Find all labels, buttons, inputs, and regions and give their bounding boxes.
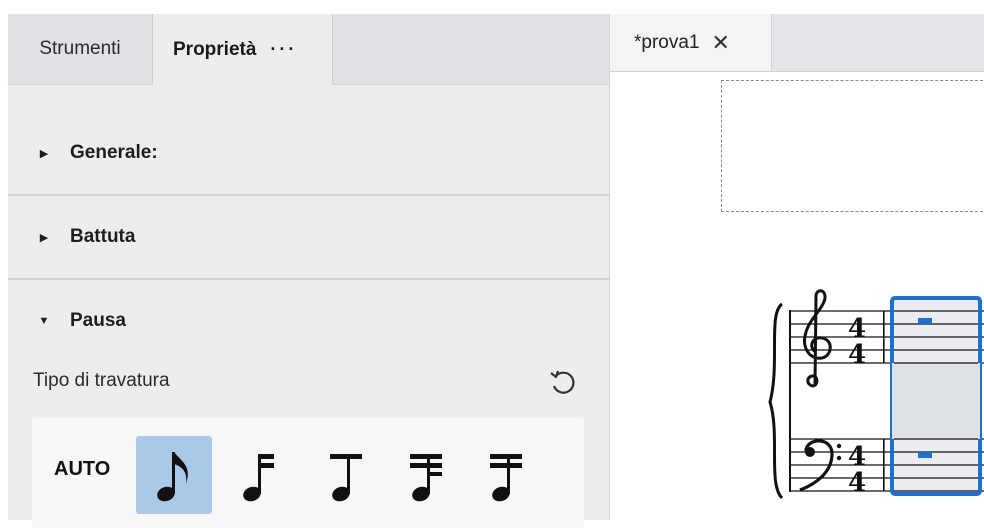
whole-rest-treble (918, 318, 932, 324)
beam-start-icon (243, 454, 274, 502)
reset-icon[interactable] (546, 366, 578, 398)
expanded-arrow-icon: ▼ (38, 315, 50, 327)
collapsed-arrow-icon: ▶ (39, 147, 49, 160)
svg-text:4: 4 (848, 468, 866, 498)
time-signature-treble: 4 4 (848, 314, 866, 370)
section-battuta[interactable]: ▶ Battuta (8, 196, 609, 280)
section-pausa-label: Pausa (70, 310, 126, 331)
selected-measure-gap (892, 363, 980, 439)
tab-strumenti-label: Strumenti (39, 38, 121, 59)
whole-rest-bass (918, 452, 932, 458)
top-strip (0, 0, 984, 14)
beam-start-button[interactable] (222, 436, 298, 514)
eighth-note-icon (157, 452, 188, 502)
score-canvas[interactable]: 4 4 4 4 (610, 14, 984, 520)
brace-icon (768, 302, 784, 500)
beam-eighth-note-button[interactable] (136, 436, 212, 514)
panel-tab-bar: Strumenti Proprietà ··· (8, 14, 609, 85)
beam-auto-button[interactable]: AUTO (54, 458, 110, 481)
time-signature-bass: 4 4 (848, 442, 866, 498)
section-battuta-label: Battuta (70, 226, 136, 247)
beam-16th-button[interactable] (388, 436, 464, 514)
treble-clef-icon (803, 289, 832, 388)
beam-type-label: Tipo di travatura (33, 370, 170, 391)
beam-type-options: AUTO (32, 418, 584, 528)
tab-strumenti[interactable]: Strumenti (8, 14, 153, 84)
beam-32nd-icon (490, 454, 522, 502)
score-view: *prova1 ✕ 4 4 4 4 (609, 14, 984, 520)
more-options-button[interactable]: ··· (270, 39, 297, 60)
properties-panel: Strumenti Proprietà ··· ▶ Generale: ▶ Ba… (8, 14, 609, 528)
svg-text:4: 4 (848, 340, 866, 370)
beam-middle-icon (330, 454, 362, 502)
tab-proprieta-label: Proprietà (173, 38, 257, 60)
tab-proprieta[interactable]: Proprietà ··· (153, 14, 333, 85)
beam-16th-icon (410, 454, 442, 502)
section-generale-label: Generale: (70, 142, 158, 163)
section-pausa[interactable]: ▼ Pausa (8, 280, 609, 362)
collapsed-arrow-icon: ▶ (39, 231, 49, 244)
beam-middle-button[interactable] (308, 436, 384, 514)
beam-32nd-button[interactable] (468, 436, 544, 514)
section-generale[interactable]: ▶ Generale: (8, 112, 609, 196)
